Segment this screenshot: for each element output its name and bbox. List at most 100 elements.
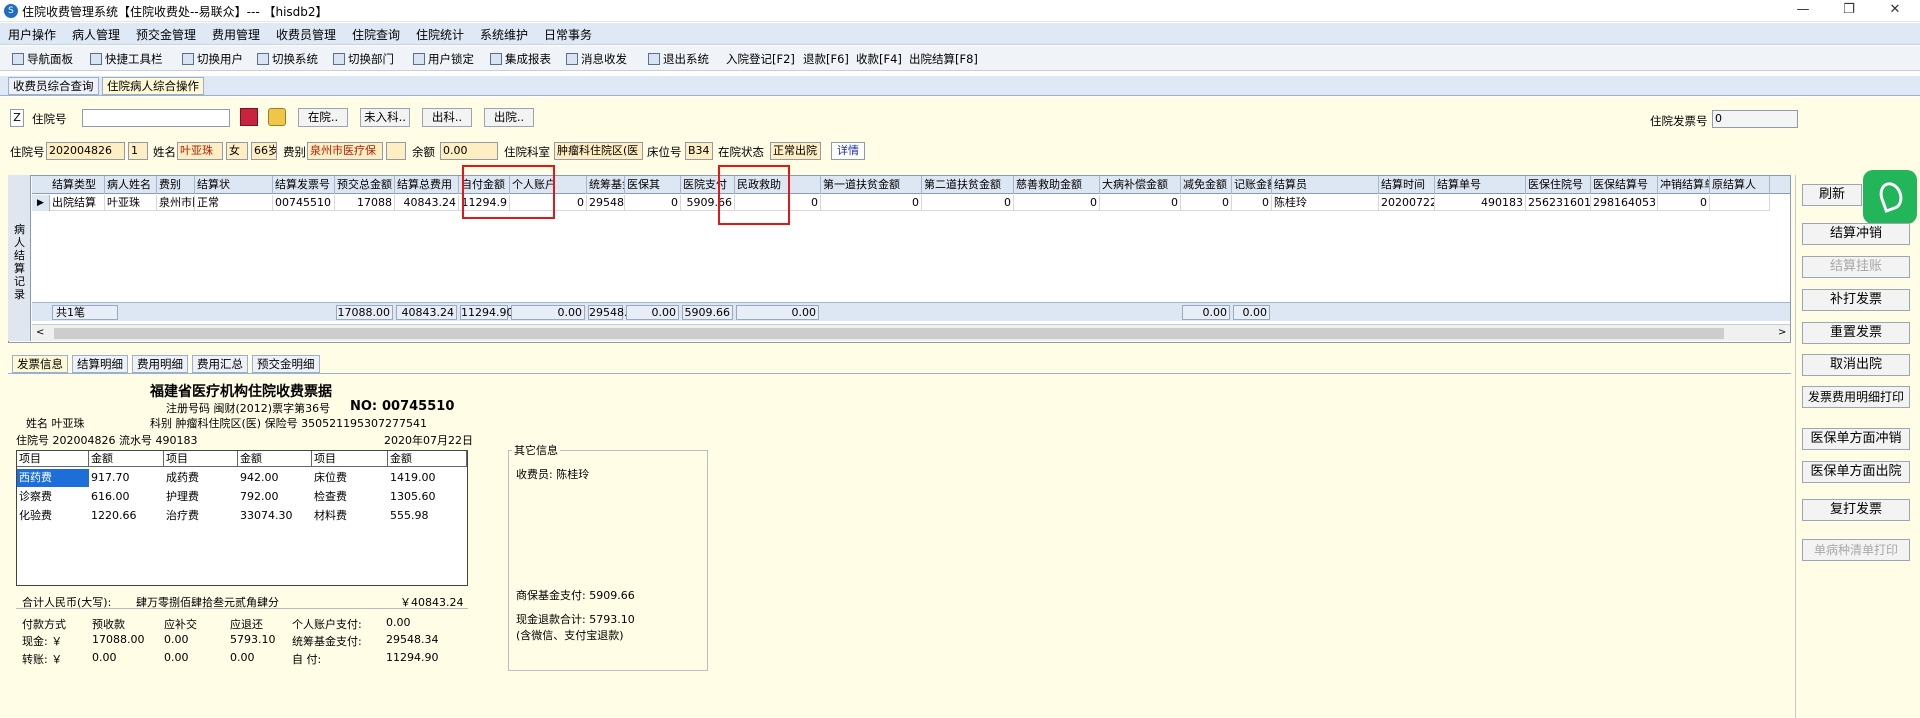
table-cell[interactable]: 正常 [195,195,273,211]
table-cell[interactable]: 490183 [1435,195,1526,211]
minimize-button[interactable]: — [1780,0,1826,22]
tab-invoice-info[interactable]: 发票信息 [12,355,68,373]
side-button-5[interactable]: 重置发票 [1802,322,1910,344]
menu-inpatient-query[interactable]: 住院查询 [352,26,400,43]
search-tool-icon[interactable] [268,108,286,126]
floating-app-icon[interactable] [1863,170,1917,224]
column-header[interactable]: 减免金额 [1181,176,1232,194]
scroll-thumb[interactable] [54,328,1724,339]
menu-patient-mgmt[interactable]: 病人管理 [72,26,120,43]
table-cell[interactable]: 29548.34 [587,195,625,211]
menu-user-ops[interactable]: 用户操作 [8,26,56,43]
tb-discharge-f8[interactable]: 出院结算[F8] [909,51,978,67]
tb-user-lock[interactable]: 用户锁定 [413,51,474,67]
fee-type-extra[interactable] [386,142,406,160]
table-cell[interactable]: 40843.24 [395,195,459,211]
side-button-11[interactable]: 单病种清单打印 [1802,539,1910,561]
side-button-9[interactable]: 医保单方面出院 [1802,461,1910,483]
column-header[interactable]: 费别 [157,176,195,194]
tb-switch-dept[interactable]: 切换部门 [333,51,394,67]
dept-value[interactable]: 肿瘤科住院区(医 [554,142,643,160]
patient-seq[interactable]: 1 [128,142,148,160]
side-button-10[interactable]: 复打发票 [1802,499,1910,521]
column-header[interactable]: 原结算人 [1710,176,1770,194]
menu-daily-affairs[interactable]: 日常事务 [544,26,592,43]
menu-inpatient-stats[interactable]: 住院统计 [416,26,464,43]
patient-name[interactable]: 叶亚珠 [177,142,223,160]
tb-admission-f2[interactable]: 入院登记[F2] [726,51,795,67]
tab-cashier-query[interactable]: 收费员综合查询 [8,77,99,95]
tab-deposit-detail[interactable]: 预交金明细 [252,355,320,373]
invoice-no-input[interactable]: 0 [1712,110,1798,128]
column-header[interactable]: 医保住院号 [1526,176,1591,194]
column-header[interactable]: 医保结算号 [1591,176,1658,194]
column-header[interactable]: 医保其 [625,176,681,194]
side-button-2[interactable]: 结算冲销 [1802,223,1910,245]
table-cell[interactable]: 0 [1232,195,1272,211]
side-button-4[interactable]: 补打发票 [1802,289,1910,311]
horizontal-scrollbar[interactable]: < > [32,324,1790,341]
scroll-right-icon[interactable]: > [1778,327,1786,338]
tb-refund-f6[interactable]: 退款[F6] [803,51,849,67]
column-header[interactable]: 第二道扶贫金额 [922,176,1014,194]
in-hospital-button[interactable]: 在院.. [298,108,348,127]
tb-collect-f4[interactable]: 收款[F4] [856,51,902,67]
column-header[interactable]: 预交总金额 [335,176,395,194]
column-header[interactable]: 慈善救助金额 [1014,176,1100,194]
tb-switch-user[interactable]: 切换用户 [182,51,243,67]
card-reader-icon[interactable] [240,108,258,126]
table-cell[interactable]: 陈桂玲 [1272,195,1379,211]
table-cell[interactable]: 泉州市医疗保 [157,195,195,211]
table-cell[interactable]: 出院结算 [50,195,105,211]
table-cell[interactable]: 0 [625,195,681,211]
column-header[interactable]: 大病补偿金额 [1100,176,1181,194]
table-cell[interactable]: 20200722 10:48:01 [1379,195,1435,211]
side-button-6[interactable]: 取消出院 [1802,354,1910,376]
table-cell[interactable]: 0 [1014,195,1100,211]
table-cell[interactable]: 0 [1658,195,1710,211]
table-cell[interactable]: 17088 [335,195,395,211]
column-header[interactable]: 结算发票号 [273,176,335,194]
table-cell[interactable]: 0 [1181,195,1232,211]
table-cell[interactable]: 256231601 [1526,195,1591,211]
column-header[interactable]: 第一道扶贫金额 [821,176,922,194]
tab-fee-summary[interactable]: 费用汇总 [192,355,248,373]
close-button[interactable]: ✕ [1872,0,1918,22]
column-header[interactable]: 结算状 [195,176,273,194]
menu-system-maint[interactable]: 系统维护 [480,26,528,43]
tb-messages[interactable]: 消息收发 [566,51,627,67]
tb-switch-system[interactable]: 切换系统 [257,51,318,67]
table-cell[interactable]: 0 [922,195,1014,211]
column-header[interactable]: 记账金额 [1232,176,1272,194]
side-button-1[interactable]: 刷新 [1802,184,1862,206]
tb-quick-toolbar[interactable]: 快捷工具栏 [90,51,163,67]
bed-value[interactable]: B34 [685,142,713,160]
side-button-7[interactable]: 发票费用明细打印 [1802,386,1910,408]
tab-patient-ops[interactable]: 住院病人综合操作 [102,77,204,95]
tab-settlement-detail[interactable]: 结算明细 [72,355,128,373]
tb-integrated-report[interactable]: 集成报表 [490,51,551,67]
table-cell[interactable] [1710,195,1770,211]
menu-cashier-mgmt[interactable]: 收费员管理 [276,26,336,43]
scroll-left-icon[interactable]: < [36,327,44,338]
leave-dept-button[interactable]: 出科.. [422,108,472,127]
discharged-button[interactable]: 出院.. [484,108,534,127]
column-header[interactable]: 统筹基金支付 [587,176,625,194]
tb-exit-system[interactable]: 退出系统 [648,51,709,67]
patient-age[interactable]: 66岁 [251,142,277,160]
menu-fee-mgmt[interactable]: 费用管理 [212,26,260,43]
balance-value[interactable]: 0.00 [440,142,498,160]
column-header[interactable]: 结算时间 [1379,176,1435,194]
table-cell[interactable]: 叶亚珠 [105,195,157,211]
menu-deposit-mgmt[interactable]: 预交金管理 [136,26,196,43]
search-hosp-no-input[interactable] [82,109,230,127]
column-header[interactable]: 病人姓名 [105,176,157,194]
patient-hosp-no[interactable]: 202004826 [46,142,125,160]
tb-nav-panel[interactable]: 导航面板 [12,51,73,67]
maximize-button[interactable]: ❐ [1826,0,1872,22]
column-header[interactable]: 结算单号 [1435,176,1526,194]
column-header[interactable]: 结算员 [1272,176,1379,194]
side-button-8[interactable]: 医保单方面冲销 [1802,428,1910,450]
table-row[interactable]: 出院结算叶亚珠泉州市医疗保正常007455101708840843.241129… [32,195,1790,211]
table-cell[interactable]: 0 [1100,195,1181,211]
